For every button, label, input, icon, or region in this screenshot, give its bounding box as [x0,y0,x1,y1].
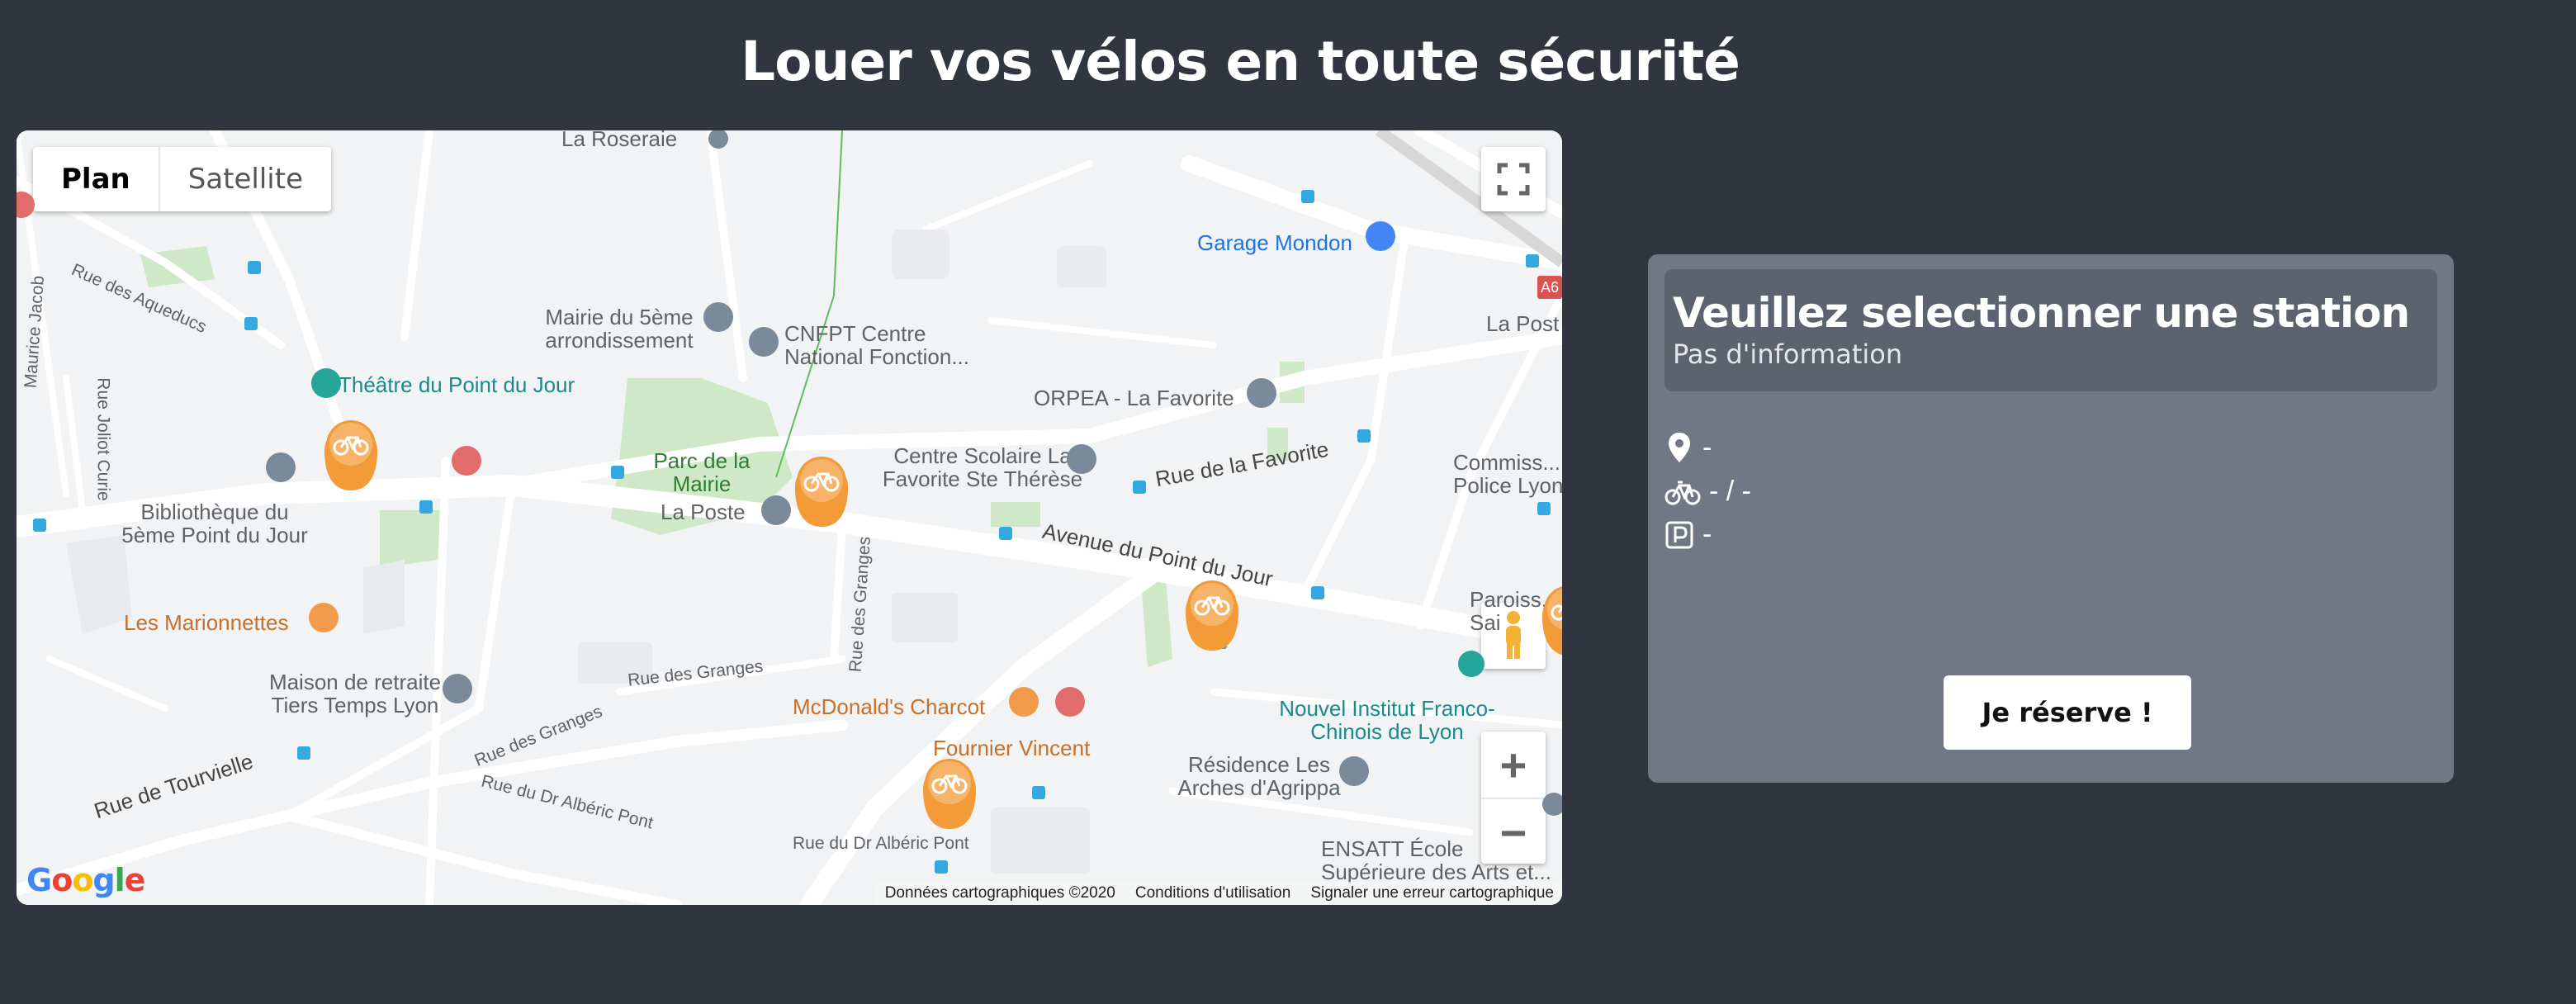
attribution-data: Données cartographiques ©2020 [884,884,1115,902]
reserve-button[interactable]: Je réserve ! [1944,675,2191,750]
station-info-panel: Veuillez selectionner une station Pas d'… [1648,254,2454,783]
map[interactable]: Plan Satellite + − La Roseraie Garage Mo… [17,130,1562,905]
station-title: Veuillez selectionner une station [1673,289,2410,337]
station-parking-count: - [1702,519,1712,550]
bike-station-markers [323,419,1562,831]
station-bikes-count: - / - [1709,476,1751,507]
page-title: Louer vos vélos en toute sécurité [741,30,1740,93]
attribution-report-link[interactable]: Signaler une erreur cartographique [1310,884,1554,902]
station-info-header: Veuillez selectionner une station Pas d'… [1664,269,2437,391]
bike-marker-icon[interactable] [1184,579,1240,652]
bike-icon [1664,481,1701,504]
location-pin-icon [1669,433,1690,462]
station-parking-row: - [1664,519,1712,551]
bike-marker-icon[interactable] [921,757,978,831]
station-address: - [1702,431,1712,463]
station-bikes-row: - / - [1664,476,1751,508]
bike-marker-icon[interactable] [323,419,379,492]
station-address-row: - [1664,431,1712,464]
map-attribution: Données cartographiques ©2020 Conditions… [876,882,1562,905]
station-subtitle: Pas d'information [1673,339,1903,370]
parking-icon [1665,521,1693,548]
attribution-terms-link[interactable]: Conditions d'utilisation [1135,884,1290,902]
google-logo: Google [26,862,145,898]
bike-marker-icon[interactable] [793,455,850,528]
bike-marker-icon[interactable] [1541,584,1562,657]
